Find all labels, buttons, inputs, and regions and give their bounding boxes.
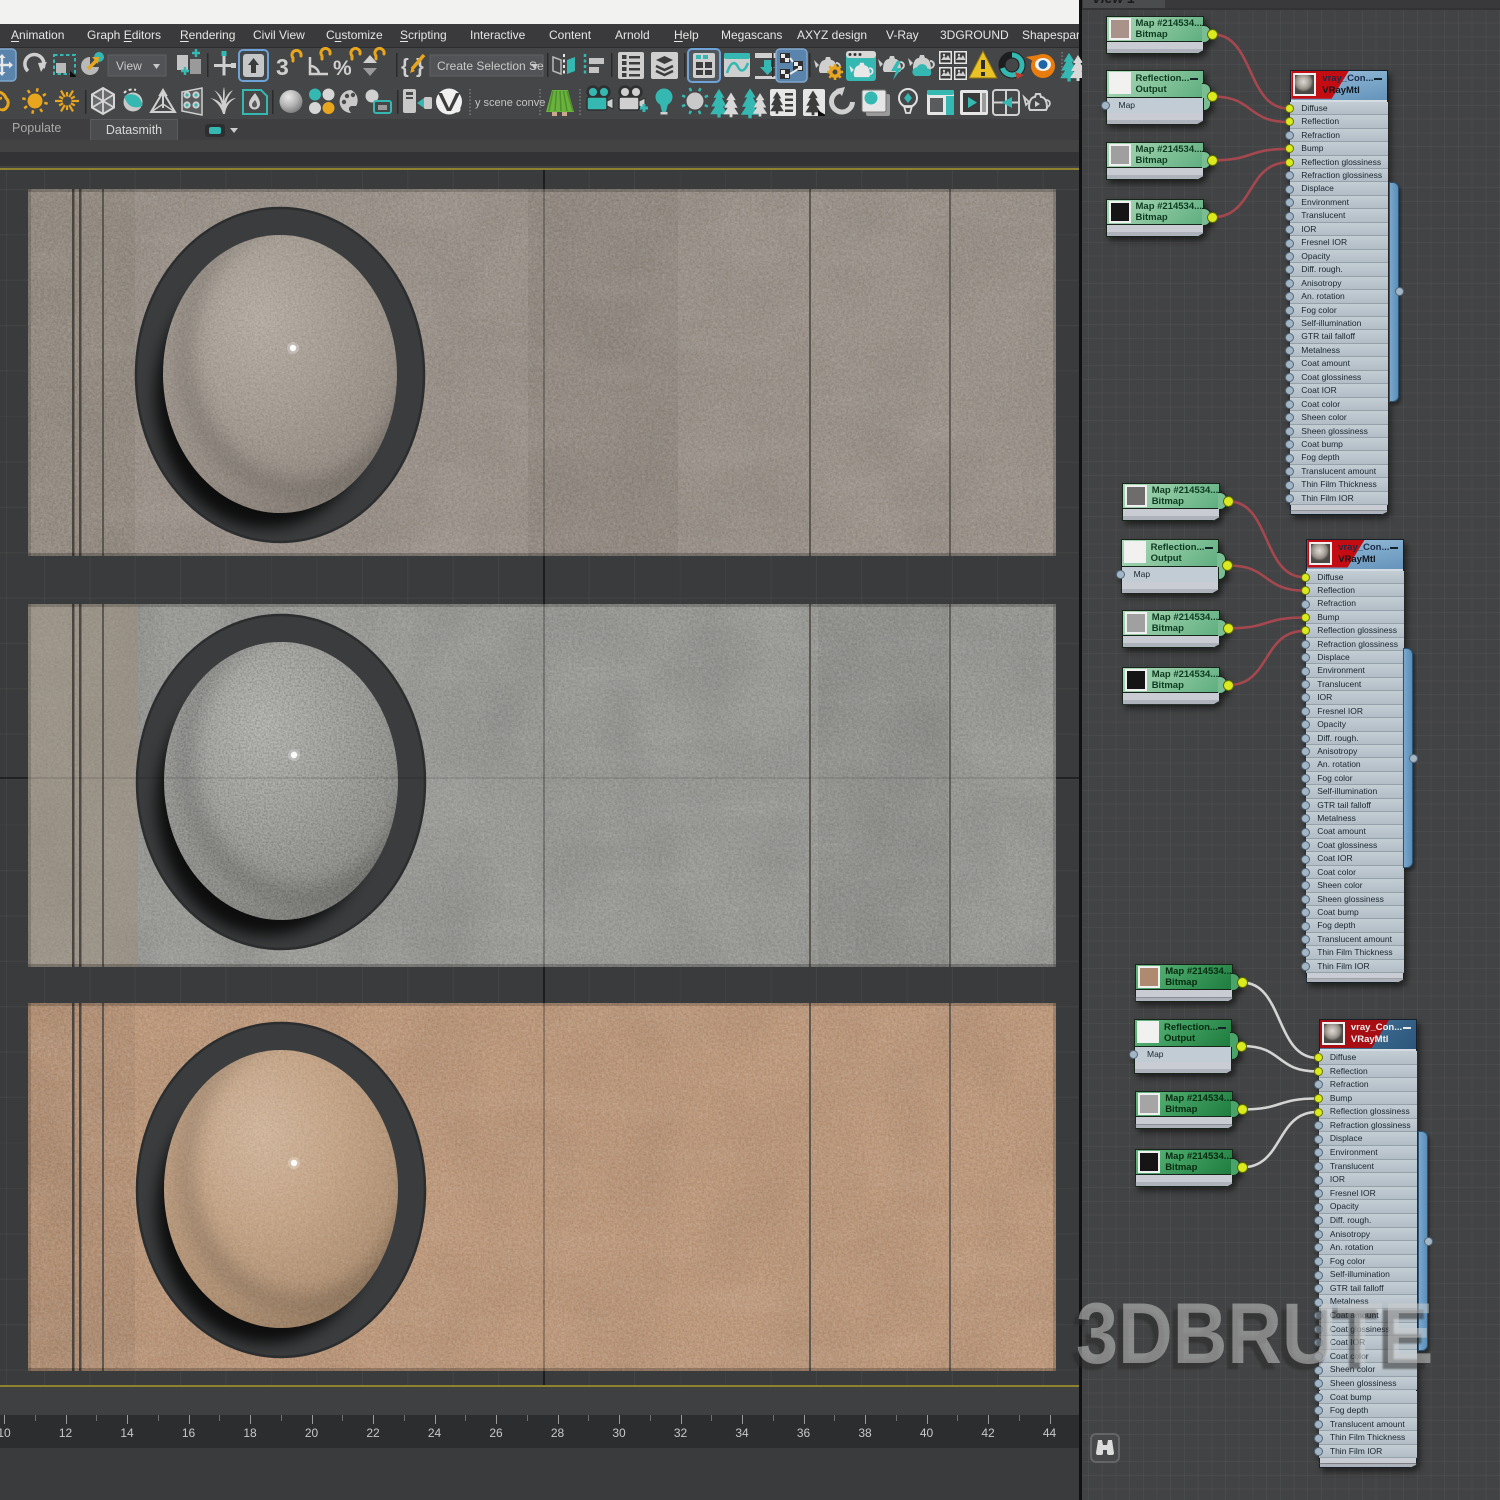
svg-text:y scene conve: y scene conve <box>475 97 545 109</box>
svg-text:3: 3 <box>276 54 289 80</box>
svg-text:Create Selection Se: Create Selection Se <box>437 59 544 73</box>
svg-text:%: % <box>333 57 352 80</box>
svg-text:{: { <box>401 56 409 78</box>
svg-text:View: View <box>116 59 142 73</box>
